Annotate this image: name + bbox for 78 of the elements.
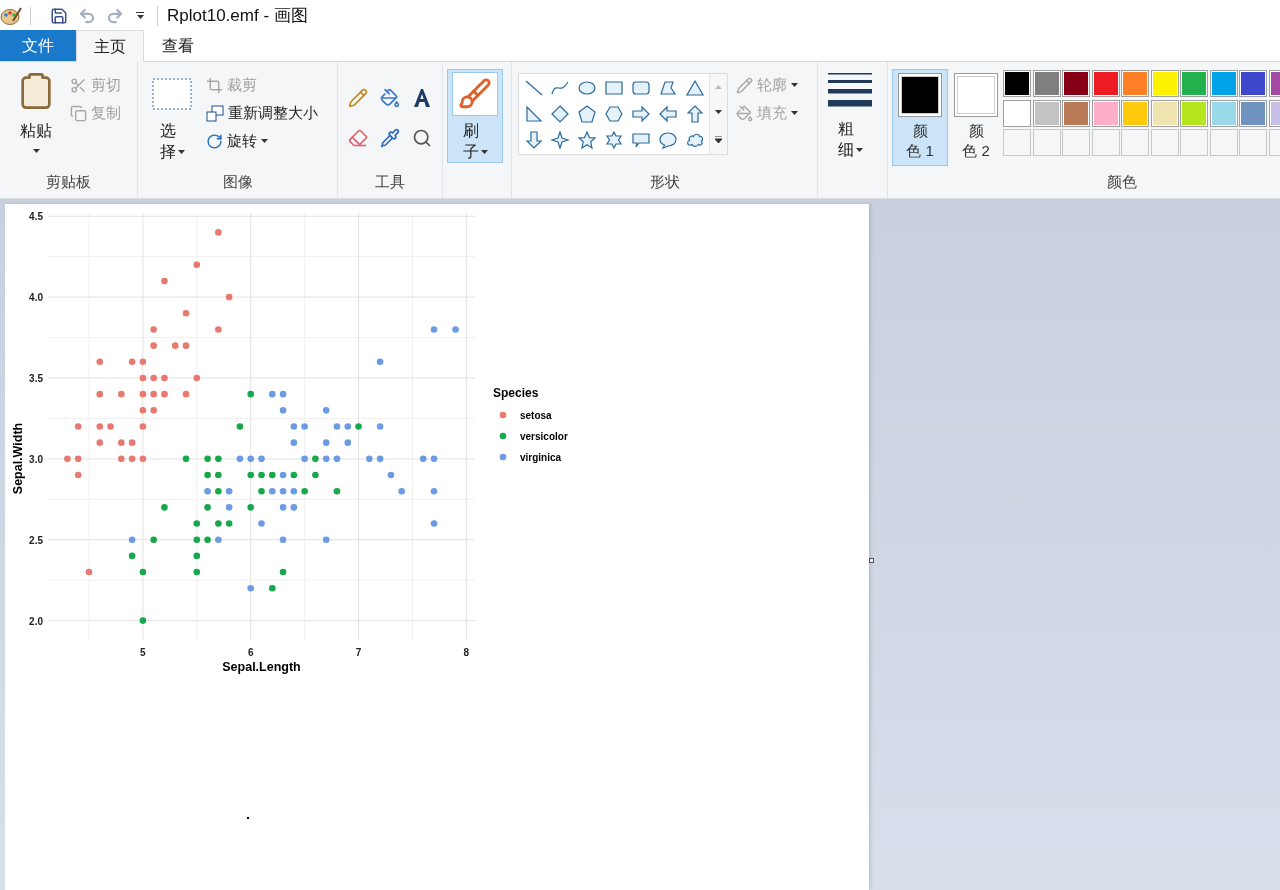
scroll-up-icon[interactable] xyxy=(715,84,722,89)
palette-swatch[interactable] xyxy=(1150,99,1179,127)
caret-icon xyxy=(261,139,268,143)
legend-title: Species xyxy=(493,386,539,400)
palette-swatch[interactable] xyxy=(1062,70,1090,97)
palette-swatch[interactable] xyxy=(1003,99,1031,127)
palette-swatch[interactable] xyxy=(1150,70,1179,97)
tick-label: 8 xyxy=(463,647,470,658)
brushes-button[interactable]: 刷子 xyxy=(447,69,503,163)
group-label: 剪贴板 xyxy=(46,172,91,192)
palette-swatch[interactable] xyxy=(1239,70,1267,97)
legend-label: versicolor xyxy=(520,431,568,442)
group-label: 颜色 xyxy=(1106,172,1138,192)
tick-label: 2.5 xyxy=(29,534,43,546)
caret-icon xyxy=(32,149,40,153)
color-swatch xyxy=(957,76,995,114)
scissors-icon xyxy=(70,76,87,94)
palette-swatch[interactable] xyxy=(1121,99,1149,127)
letter-a-icon xyxy=(412,88,432,108)
group-label: 图像 xyxy=(222,172,253,192)
tick-label: 3.0 xyxy=(29,453,43,465)
group-label: 形状 xyxy=(649,172,680,192)
tick-label: 4.5 xyxy=(29,211,43,223)
palette-swatch[interactable] xyxy=(1032,70,1061,97)
ribbon-tab[interactable]: 查看 xyxy=(144,30,212,62)
color-button[interactable]: 颜色 2 xyxy=(948,69,1004,166)
palette-swatch[interactable] xyxy=(1003,70,1031,97)
caret-icon xyxy=(791,83,798,87)
dropdown-caret-icon xyxy=(136,15,144,20)
paste-button[interactable]: 粘贴 xyxy=(10,71,62,163)
resize-icon xyxy=(206,104,224,122)
palette-swatch[interactable] xyxy=(1209,70,1238,97)
palette-swatch[interactable] xyxy=(1091,70,1120,97)
palette-swatch[interactable] xyxy=(1032,99,1061,127)
paint-palette-icon[interactable] xyxy=(0,5,22,26)
ribbon-command[interactable]: 重新调整大小 xyxy=(206,100,318,126)
color-swatch xyxy=(901,76,939,114)
legend-label: setosa xyxy=(520,410,552,421)
tick-label: 6 xyxy=(247,647,254,658)
tick-label: 4.0 xyxy=(29,292,43,304)
crop-icon xyxy=(206,76,223,94)
palette-swatch[interactable] xyxy=(1091,99,1120,127)
rotate-icon xyxy=(206,132,223,150)
window-title: Rplot10.emf - 画图 xyxy=(167,4,308,27)
drawing-canvas[interactable]: 2.0 2.5 3.0 3.5 4.0 4.5 5 6 7 8 Sepal.Length Sepal.Width Species setosa versicolor virginica xyxy=(5,204,869,890)
copy-icon xyxy=(70,104,87,122)
scroll-down-icon xyxy=(715,110,722,115)
expand-gallery-icon[interactable] xyxy=(715,136,722,144)
caret-icon xyxy=(791,111,798,115)
select-button[interactable]: 选择 xyxy=(148,78,196,163)
palette-swatch[interactable] xyxy=(1239,99,1267,127)
tick-label: 2.0 xyxy=(29,615,43,627)
tick-label: 5 xyxy=(140,647,146,658)
outline-pen-icon xyxy=(736,76,753,94)
group-label: 工具 xyxy=(375,172,405,192)
axis-title: Sepal.Length xyxy=(222,660,301,674)
brush-icon xyxy=(458,77,492,111)
file-tab[interactable]: 文件 xyxy=(0,30,76,61)
line-thickness-icon xyxy=(828,72,872,110)
palette-swatch[interactable] xyxy=(1062,99,1090,127)
caret-icon xyxy=(480,150,488,154)
palette-swatch[interactable] xyxy=(1180,70,1208,97)
legend-label: virginica xyxy=(520,452,562,463)
dashed-rectangle-icon xyxy=(152,78,192,110)
caret-icon xyxy=(177,150,185,154)
size-button[interactable]: 粗细 xyxy=(826,72,874,162)
ribbon-command[interactable]: 旋转 xyxy=(206,128,318,154)
axis-title: Sepal.Width xyxy=(11,422,25,495)
palette-swatch[interactable] xyxy=(1180,99,1208,127)
palette-swatch[interactable] xyxy=(1121,70,1149,97)
ribbon-tab[interactable]: 主页 xyxy=(76,30,144,62)
fill-bucket-icon xyxy=(736,104,753,122)
tick-label: 3.5 xyxy=(29,373,43,384)
palette-swatch[interactable] xyxy=(1209,99,1238,127)
resize-handle[interactable] xyxy=(869,558,874,563)
caret-icon xyxy=(855,148,863,152)
color-button[interactable]: 颜色 1 xyxy=(892,69,948,166)
tick-label: 7 xyxy=(355,647,362,658)
